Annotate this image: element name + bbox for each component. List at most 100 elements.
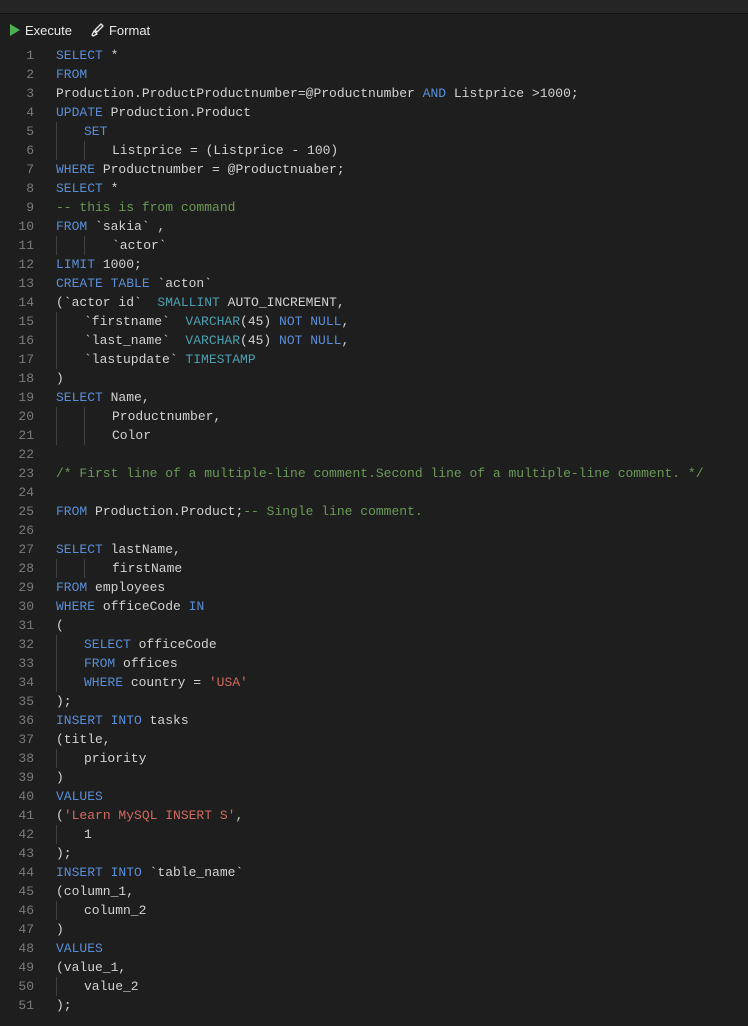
- code-line[interactable]: WHERE country = 'USA': [56, 673, 748, 692]
- code-line[interactable]: ): [56, 369, 748, 388]
- code-line[interactable]: Listprice = (Listprice - 100): [56, 141, 748, 160]
- code-line[interactable]: ): [56, 920, 748, 939]
- token-ident: Production.ProductProductnumber=@Product…: [56, 84, 423, 103]
- brush-icon: [90, 23, 104, 37]
- token-typ: VARCHAR: [185, 312, 240, 331]
- token-ident: `lastupdate`: [84, 350, 185, 369]
- token-kw: FROM: [56, 217, 87, 236]
- code-line[interactable]: SELECT *: [56, 179, 748, 198]
- code-line[interactable]: [56, 483, 748, 502]
- indent-guide: [56, 141, 84, 160]
- line-number: 35: [0, 692, 34, 711]
- indent-guide: [56, 977, 84, 996]
- line-number: 5: [0, 122, 34, 141]
- code-line[interactable]: column_2: [56, 901, 748, 920]
- token-ident: Productnumber,: [112, 407, 221, 426]
- token-ident: );: [56, 844, 72, 863]
- token-kw: WHERE: [56, 160, 95, 179]
- code-area[interactable]: SELECT *FROMProduction.ProductProductnum…: [48, 46, 748, 1015]
- line-number: 47: [0, 920, 34, 939]
- code-line[interactable]: `lastupdate` TIMESTAMP: [56, 350, 748, 369]
- token-cmt: -- this is from command: [56, 198, 235, 217]
- code-line[interactable]: Production.ProductProductnumber=@Product…: [56, 84, 748, 103]
- line-number: 44: [0, 863, 34, 882]
- code-line[interactable]: (`actor id` SMALLINT AUTO_INCREMENT,: [56, 293, 748, 312]
- line-number: 12: [0, 255, 34, 274]
- code-line[interactable]: Color: [56, 426, 748, 445]
- execute-button[interactable]: Execute: [10, 23, 72, 38]
- code-line[interactable]: `firstname` VARCHAR(45) NOT NULL,: [56, 312, 748, 331]
- token-kw: FROM: [56, 502, 87, 521]
- code-line[interactable]: SELECT Name,: [56, 388, 748, 407]
- line-number: 25: [0, 502, 34, 521]
- code-line[interactable]: FROM `sakia` ,: [56, 217, 748, 236]
- code-line[interactable]: );: [56, 692, 748, 711]
- token-str: 'USA': [209, 673, 248, 692]
- code-line[interactable]: );: [56, 996, 748, 1015]
- token-ident: employees: [87, 578, 165, 597]
- code-line[interactable]: (title,: [56, 730, 748, 749]
- line-number: 7: [0, 160, 34, 179]
- code-line[interactable]: [56, 445, 748, 464]
- code-line[interactable]: FROM offices: [56, 654, 748, 673]
- line-number: 24: [0, 483, 34, 502]
- tab-bar: [0, 0, 748, 14]
- code-line[interactable]: [56, 521, 748, 540]
- code-line[interactable]: INSERT INTO `table_name`: [56, 863, 748, 882]
- code-line[interactable]: FROM employees: [56, 578, 748, 597]
- token-ident: (title,: [56, 730, 111, 749]
- format-label: Format: [109, 23, 150, 38]
- indent-guide: [56, 654, 84, 673]
- code-line[interactable]: CREATE TABLE `acton`: [56, 274, 748, 293]
- code-line[interactable]: (column_1,: [56, 882, 748, 901]
- code-line[interactable]: /* First line of a multiple-line comment…: [56, 464, 748, 483]
- code-line[interactable]: ('Learn MySQL INSERT S',: [56, 806, 748, 825]
- indent-guide: [84, 236, 112, 255]
- line-number: 48: [0, 939, 34, 958]
- line-number: 49: [0, 958, 34, 977]
- code-line[interactable]: );: [56, 844, 748, 863]
- code-line[interactable]: VALUES: [56, 939, 748, 958]
- token-ident: ,: [341, 331, 349, 350]
- indent-guide: [56, 426, 84, 445]
- code-line[interactable]: SELECT lastName,: [56, 540, 748, 559]
- code-line[interactable]: `actor`: [56, 236, 748, 255]
- token-ident: `last_name`: [84, 331, 185, 350]
- format-button[interactable]: Format: [90, 23, 150, 38]
- line-number: 32: [0, 635, 34, 654]
- code-editor[interactable]: 1234567891011121314151617181920212223242…: [0, 46, 748, 1015]
- token-typ: TIMESTAMP: [185, 350, 255, 369]
- code-line[interactable]: VALUES: [56, 787, 748, 806]
- code-line[interactable]: SET: [56, 122, 748, 141]
- code-line[interactable]: (value_1,: [56, 958, 748, 977]
- token-kw: CREATE TABLE: [56, 274, 150, 293]
- code-line[interactable]: WHERE officeCode IN: [56, 597, 748, 616]
- play-icon: [10, 24, 20, 36]
- token-ident: officeCode: [131, 635, 217, 654]
- code-line[interactable]: -- this is from command: [56, 198, 748, 217]
- code-line[interactable]: value_2: [56, 977, 748, 996]
- code-line[interactable]: SELECT officeCode: [56, 635, 748, 654]
- code-line[interactable]: `last_name` VARCHAR(45) NOT NULL,: [56, 331, 748, 350]
- token-kw: SELECT: [56, 388, 103, 407]
- token-ident: Production.Product: [103, 103, 251, 122]
- code-line[interactable]: FROM Production.Product;-- Single line c…: [56, 502, 748, 521]
- code-line[interactable]: Productnumber,: [56, 407, 748, 426]
- code-line[interactable]: WHERE Productnumber = @Productnuaber;: [56, 160, 748, 179]
- code-line[interactable]: firstName: [56, 559, 748, 578]
- line-number: 37: [0, 730, 34, 749]
- code-line[interactable]: INSERT INTO tasks: [56, 711, 748, 730]
- token-ident: tasks: [142, 711, 189, 730]
- line-number: 2: [0, 65, 34, 84]
- token-ident: 1000;: [95, 255, 142, 274]
- token-ident: firstName: [112, 559, 182, 578]
- code-line[interactable]: FROM: [56, 65, 748, 84]
- code-line[interactable]: 1: [56, 825, 748, 844]
- code-line[interactable]: SELECT *: [56, 46, 748, 65]
- code-line[interactable]: priority: [56, 749, 748, 768]
- code-line[interactable]: LIMIT 1000;: [56, 255, 748, 274]
- toolbar: Execute Format: [0, 14, 748, 46]
- code-line[interactable]: UPDATE Production.Product: [56, 103, 748, 122]
- code-line[interactable]: ): [56, 768, 748, 787]
- code-line[interactable]: (: [56, 616, 748, 635]
